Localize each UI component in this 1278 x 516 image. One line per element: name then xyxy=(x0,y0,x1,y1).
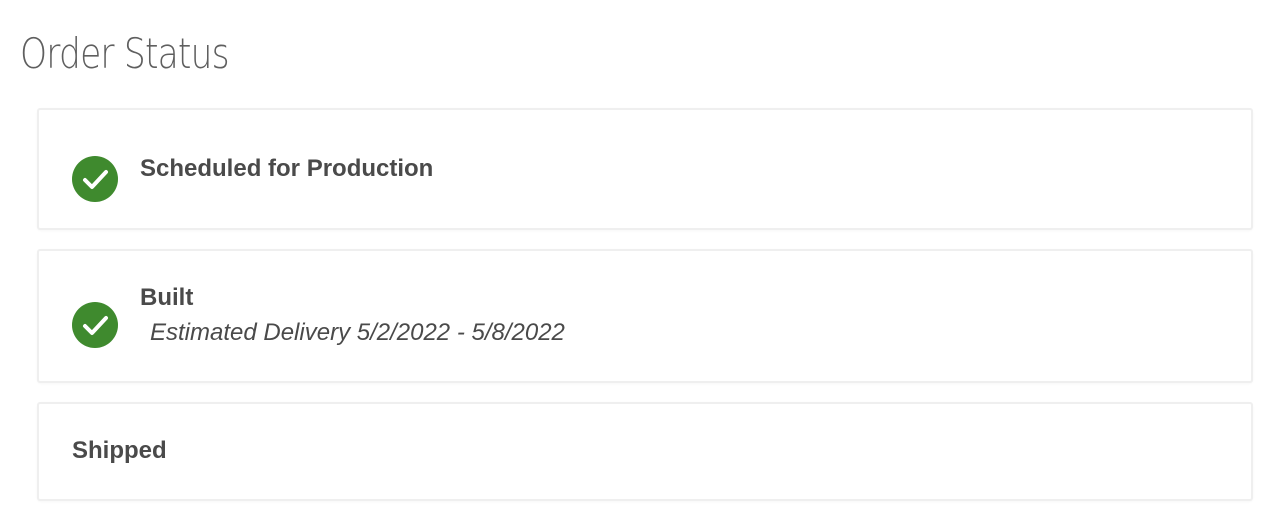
status-card-shipped: Shipped xyxy=(37,402,1253,501)
status-label: Built xyxy=(140,284,194,311)
estimated-delivery-text: Estimated Delivery 5/2/2022 - 5/8/2022 xyxy=(150,319,565,346)
check-circle-icon xyxy=(72,302,118,348)
status-card-scheduled: Scheduled for Production xyxy=(37,108,1253,230)
status-label: Scheduled for Production xyxy=(140,155,434,182)
check-circle-icon xyxy=(72,156,118,202)
status-label: Shipped xyxy=(72,437,167,464)
order-status-list: Scheduled for Production Built Estimated… xyxy=(37,108,1253,501)
page-title: Order Status xyxy=(20,29,230,78)
status-card-built: Built Estimated Delivery 5/2/2022 - 5/8/… xyxy=(37,249,1253,383)
